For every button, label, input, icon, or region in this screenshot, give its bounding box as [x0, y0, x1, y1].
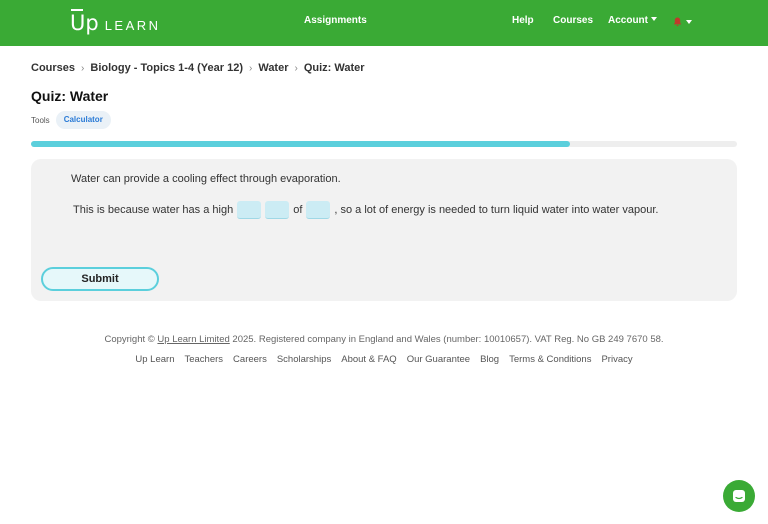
quiz-question-card: Water can provide a cooling effect throu… [31, 159, 737, 301]
copyright-suffix: 2025. Registered company in England and … [232, 334, 664, 345]
logo-up-text: Up [70, 9, 99, 35]
footer-link-careers[interactable]: Careers [233, 354, 267, 365]
footer-link-terms[interactable]: Terms & Conditions [509, 354, 591, 365]
submit-button[interactable]: Submit [41, 267, 159, 291]
chevron-right-icon: › [249, 62, 253, 74]
question-text-part-b: , so a lot of energy is needed to turn l… [334, 204, 659, 216]
footer-link-scholarships[interactable]: Scholarships [277, 354, 331, 365]
nav-help-link[interactable]: Help [512, 15, 534, 26]
up-learn-logo[interactable]: Up LEARN [70, 9, 161, 35]
answer-blank-2[interactable] [265, 201, 290, 219]
chevron-down-icon [686, 20, 692, 24]
company-link[interactable]: Up Learn Limited [157, 334, 229, 345]
breadcrumb: Courses › Biology - Topics 1-4 (Year 12)… [31, 62, 365, 74]
question-text-of: of [293, 204, 303, 216]
top-navigation-bar: Up LEARN Assignments Help Courses Accoun… [0, 0, 768, 46]
breadcrumb-biology-course[interactable]: Biology - Topics 1-4 (Year 12) [90, 62, 243, 74]
question-text-part-a: This is because water has a high [73, 204, 234, 216]
quiz-progress-fill [31, 141, 571, 147]
footer-link-blog[interactable]: Blog [480, 354, 499, 365]
question-intro: Water can provide a cooling effect throu… [71, 173, 341, 185]
chevron-right-icon: › [294, 62, 298, 74]
copyright-prefix: Copyright © [104, 334, 155, 345]
question-sentence: This is because water has a high of , so… [71, 201, 660, 219]
footer-link-teachers[interactable]: Teachers [184, 354, 223, 365]
chat-icon [733, 490, 745, 502]
logo-learn-text: LEARN [104, 18, 161, 33]
chevron-right-icon: › [81, 62, 85, 74]
notifications-menu[interactable] [673, 15, 693, 29]
answer-blank-3[interactable] [306, 201, 331, 219]
footer-links: Up Learn Teachers Careers Scholarships A… [0, 354, 768, 365]
nav-account-menu[interactable]: Account [608, 15, 657, 26]
footer-link-about-faq[interactable]: About & FAQ [341, 354, 396, 365]
copyright-text: Copyright © Up Learn Limited 2025. Regis… [0, 334, 768, 345]
nav-courses-link[interactable]: Courses [553, 15, 593, 26]
breadcrumb-water[interactable]: Water [258, 62, 288, 74]
calculator-button[interactable]: Calculator [55, 111, 111, 129]
footer-link-privacy[interactable]: Privacy [601, 354, 632, 365]
answer-blank-1[interactable] [237, 201, 262, 219]
footer-link-up-learn[interactable]: Up Learn [135, 354, 174, 365]
breadcrumb-quiz-water[interactable]: Quiz: Water [304, 62, 365, 74]
tools-label: Tools [31, 115, 50, 125]
bell-icon [673, 17, 682, 27]
chevron-down-icon [651, 17, 657, 21]
chat-launcher-button[interactable] [723, 480, 755, 512]
tools-row: Tools Calculator [31, 111, 111, 129]
footer-link-our-guarantee[interactable]: Our Guarantee [407, 354, 470, 365]
quiz-progress-bar [31, 141, 737, 147]
page-title: Quiz: Water [31, 88, 109, 104]
breadcrumb-courses[interactable]: Courses [31, 62, 75, 74]
nav-assignments-link[interactable]: Assignments [304, 15, 367, 26]
account-label: Account [608, 15, 648, 26]
